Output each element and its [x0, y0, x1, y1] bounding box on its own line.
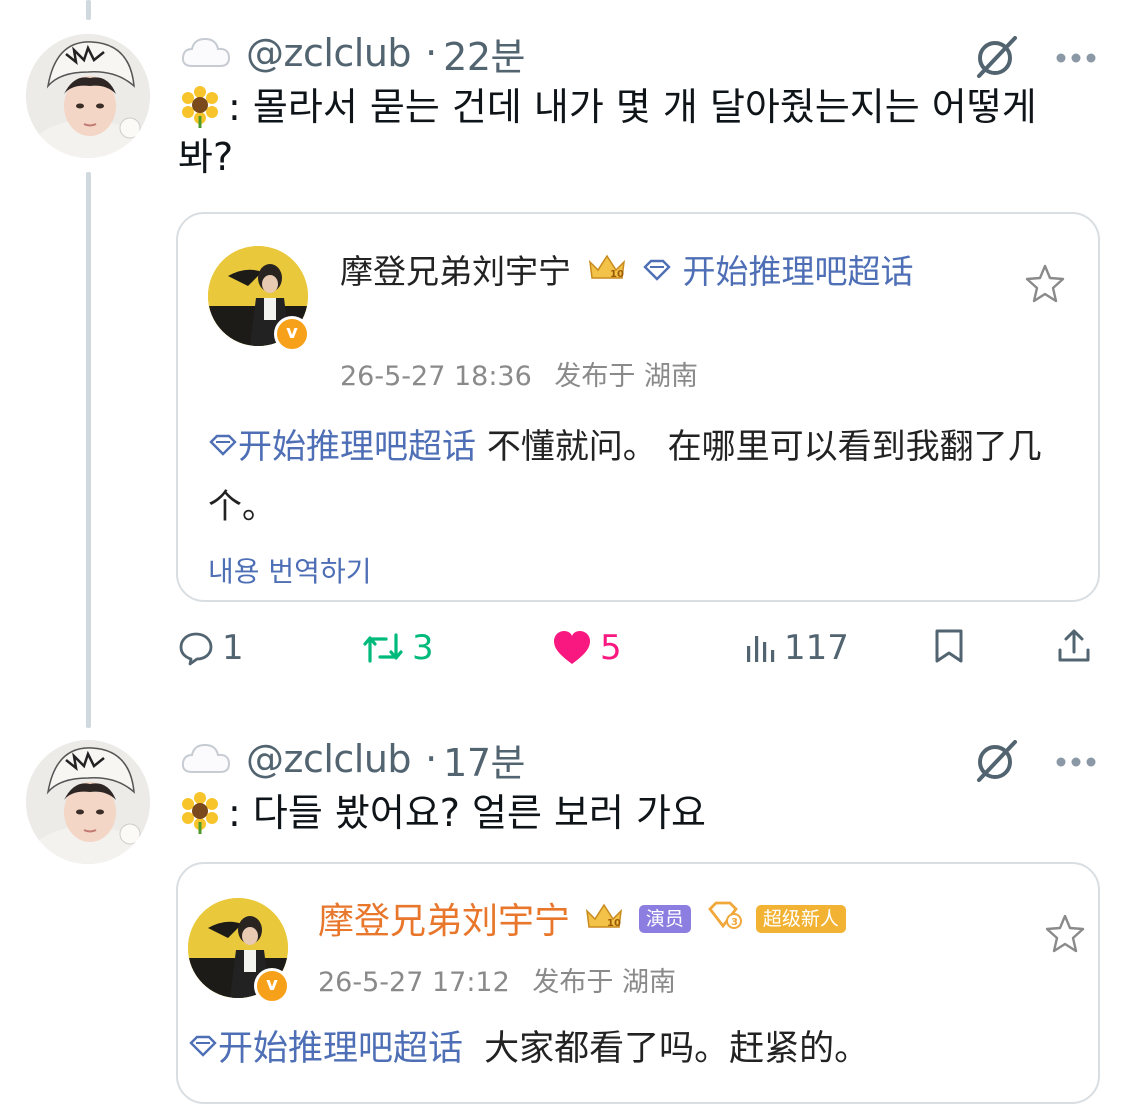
weibo-name-line: 摩登兄弟刘宇宁 10 开始推理吧超话	[340, 246, 960, 300]
more-icon[interactable]	[1055, 753, 1097, 772]
cloud-icon	[180, 740, 232, 778]
quoted-card[interactable]: v 摩登兄弟刘宇宁 10 开始推理吧超话 26-5-27 18:36 发布于 湖…	[176, 212, 1100, 602]
actor-tag: 演员	[638, 905, 691, 933]
tweet-time[interactable]: 22분	[443, 26, 525, 81]
tweet-header-actions	[973, 32, 1097, 84]
tweet-text-body: 몰라서 묻는 건데 내가 몇 개 달아줬는지는 어떻게 봐?	[178, 85, 1037, 179]
tweet-time[interactable]: 17분	[443, 732, 525, 787]
avatar[interactable]	[26, 740, 150, 864]
svg-text:3: 3	[731, 917, 738, 928]
tweet-header: @zclclub · 17분	[180, 732, 525, 787]
svg-text:10: 10	[610, 269, 624, 280]
weibo-datetime: 26-5-27 18:36	[340, 361, 532, 392]
share-button[interactable]	[1056, 628, 1092, 664]
weibo-location: 发布于 湖南	[554, 361, 698, 392]
fan-level-icon: 3	[706, 893, 744, 945]
diamond-icon	[208, 416, 238, 474]
weibo-meta: 26-5-27 17:12 发布于 湖南	[318, 960, 676, 999]
action-bar: 1 3 5 117	[176, 628, 1096, 678]
bookmark-icon	[935, 629, 963, 663]
diamond-icon	[188, 1017, 218, 1075]
heart-icon	[554, 631, 590, 664]
weibo-user-name[interactable]: 摩登兄弟刘宇宁	[318, 901, 570, 942]
quoted-card[interactable]: v 摩登兄弟刘宇宁 10 演员 3 超级新人 26-5-27 17:12 发布于…	[176, 862, 1100, 1104]
tweet-text: : 다들 봤어요? 얼른 보러 가요	[178, 788, 1085, 838]
super-newcomer-tag: 超级新人	[755, 905, 846, 933]
weibo-location: 发布于 湖南	[532, 967, 676, 998]
star-icon[interactable]	[1044, 912, 1086, 954]
sunflower-icon	[178, 84, 222, 128]
retweet-button[interactable]: 3	[362, 628, 434, 668]
body-topic-link[interactable]: 开始推理吧超话	[238, 427, 476, 467]
body-topic-link[interactable]: 开始推理吧超话	[218, 1029, 463, 1069]
crown-badge-icon: 10	[583, 894, 625, 946]
grok-icon[interactable]	[973, 32, 1021, 84]
weibo-body: 开始推理吧超话 不懂就问。 在哪里可以看到我翻了几个。	[208, 418, 1058, 536]
like-button[interactable]: 5	[552, 628, 622, 668]
tweet-text-prefix: :	[228, 791, 241, 835]
weibo-meta: 26-5-27 18:36 发布于 湖南	[340, 354, 698, 393]
avatar[interactable]	[26, 34, 150, 158]
more-icon[interactable]	[1055, 49, 1097, 68]
tweet-1[interactable]: @zclclub · 22분 : 몰라서 묻는 건데 내가 몇 개 달아줬는지는…	[0, 0, 1125, 720]
reply-button[interactable]: 1	[178, 628, 244, 668]
diamond-icon	[642, 244, 672, 296]
verified-badge: v	[254, 968, 290, 1004]
tweet-header-actions	[973, 736, 1097, 788]
retweet-count: 3	[412, 628, 434, 668]
weibo-user-name[interactable]: 摩登兄弟刘宇宁	[340, 252, 571, 291]
bookmark-button[interactable]	[932, 628, 966, 664]
topic-link[interactable]: 开始推理吧超话	[683, 252, 914, 291]
weibo-body-text: 大家都看了吗。赶紧的。	[484, 1029, 870, 1069]
tweet-header: @zclclub · 22분	[180, 26, 525, 81]
tweet-text-body: 다들 봤어요? 얼른 보러 가요	[252, 791, 706, 835]
tweet-text: : 몰라서 묻는 건데 내가 몇 개 달아줬는지는 어떻게 봐?	[178, 82, 1085, 182]
separator-dot: ·	[425, 31, 438, 75]
share-icon	[1058, 629, 1090, 662]
weibo-body: 开始推理吧超话 大家都看了吗。赶紧的。	[188, 1020, 1068, 1079]
cloud-icon	[180, 34, 232, 72]
tweet-text-prefix: :	[228, 85, 241, 129]
star-icon[interactable]	[1024, 262, 1066, 304]
retweet-icon	[363, 633, 403, 663]
user-handle[interactable]: @zclclub	[246, 737, 412, 781]
like-count: 5	[600, 628, 622, 668]
reply-count: 1	[222, 628, 244, 668]
translate-link[interactable]: 내용 번역하기	[208, 550, 371, 590]
sunflower-icon	[178, 790, 222, 834]
user-handle[interactable]: @zclclub	[246, 31, 412, 75]
svg-text:10: 10	[607, 918, 621, 929]
views-icon	[747, 636, 775, 662]
weibo-name-line: 摩登兄弟刘宇宁 10 演员 3 超级新人	[318, 896, 1018, 949]
views-count: 117	[784, 628, 849, 668]
weibo-datetime: 26-5-27 17:12	[318, 967, 510, 998]
tweet-2[interactable]: @zclclub · 17분 : 다들 봤어요? 얼른 보러 가요 v 摩登兄弟…	[0, 720, 1125, 1112]
grok-icon[interactable]	[973, 736, 1021, 788]
crown-badge-icon: 10	[586, 245, 628, 297]
reply-icon	[179, 632, 213, 666]
separator-dot: ·	[425, 737, 438, 781]
verified-badge: v	[274, 316, 310, 352]
views-button[interactable]: 117	[744, 628, 849, 668]
